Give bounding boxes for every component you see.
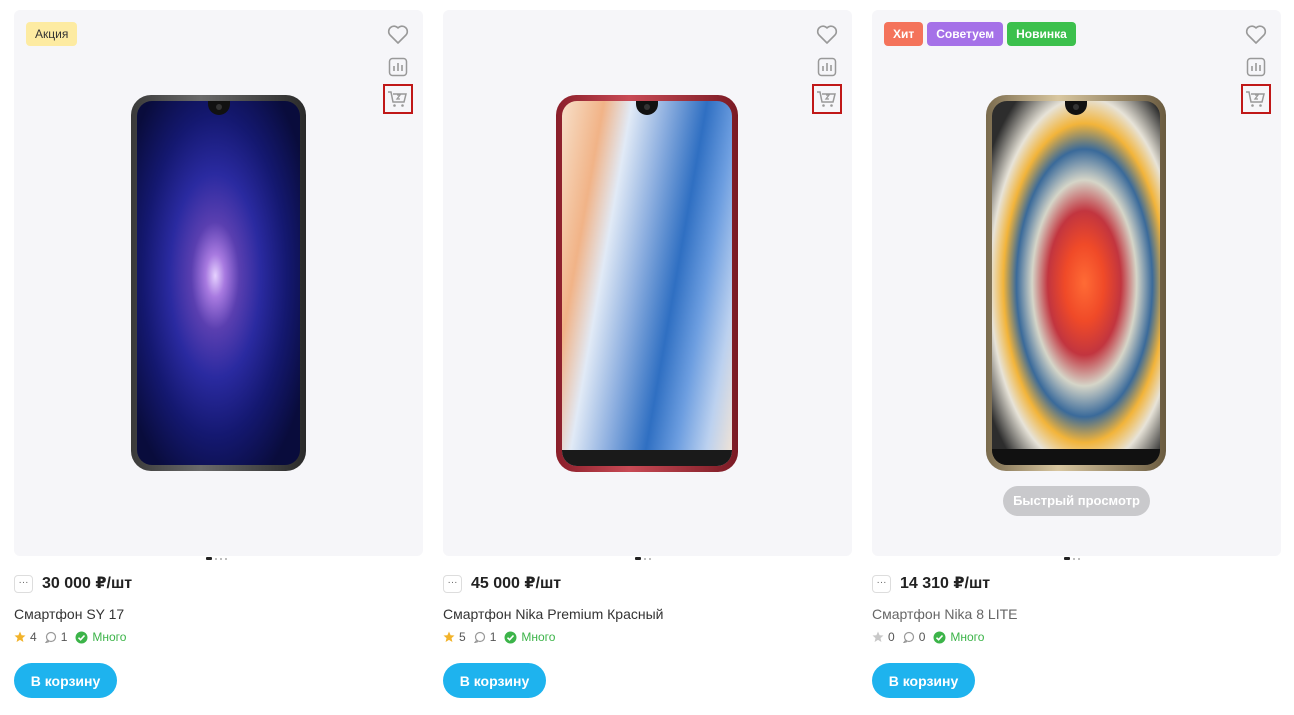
compare-icon <box>817 57 837 77</box>
add-to-cart-button[interactable]: В корзину <box>14 663 117 698</box>
cart-icon <box>817 91 836 107</box>
badge-recommend: Советуем <box>927 22 1004 46</box>
favorite-button[interactable] <box>383 20 413 50</box>
more-options-button[interactable]: ··· <box>443 575 462 593</box>
product-price: 45 000 ₽/шт <box>471 575 562 592</box>
rating: 5 <box>443 630 466 644</box>
compare-button[interactable] <box>383 52 413 82</box>
compare-icon <box>388 57 408 77</box>
action-icons <box>1241 20 1271 116</box>
comment-icon <box>473 631 485 643</box>
product-meta: 0 0 Много <box>872 630 992 644</box>
product-card[interactable]: Акция ··· 30 000 ₽/шт Смартфон SY 17 4 1… <box>14 10 423 715</box>
product-card[interactable]: Хит Советуем Новинка Быстрый просмотр ··… <box>852 0 1282 715</box>
favorite-button[interactable] <box>1241 20 1271 50</box>
quick-cart-button[interactable] <box>383 84 413 114</box>
product-image[interactable] <box>131 95 306 471</box>
product-card[interactable]: ··· 45 000 ₽/шт Смартфон Nika Premium Кр… <box>443 10 852 715</box>
product-name[interactable]: Смартфон SY 17 <box>14 606 124 622</box>
reviews-count: 1 <box>473 630 496 644</box>
product-image[interactable] <box>556 95 738 472</box>
rating: 4 <box>14 630 37 644</box>
product-meta: 5 1 Много <box>443 630 563 644</box>
rating: 0 <box>872 630 895 644</box>
product-price: 30 000 ₽/шт <box>42 575 133 592</box>
more-options-button[interactable]: ··· <box>872 575 891 593</box>
star-icon <box>872 631 884 642</box>
more-options-button[interactable]: ··· <box>14 575 33 593</box>
badge-sale: Акция <box>26 22 78 46</box>
add-to-cart-button[interactable]: В корзину <box>872 663 975 698</box>
star-icon <box>14 631 26 642</box>
stock-status: Много <box>504 630 555 644</box>
comment-icon <box>902 631 914 643</box>
product-price: 14 310 ₽/шт <box>900 575 991 592</box>
action-icons <box>812 20 842 116</box>
reviews-count: 0 <box>902 630 925 644</box>
badge-new: Новинка <box>1007 22 1076 46</box>
badges: Акция <box>26 22 78 46</box>
product-image-area[interactable]: Акция <box>14 10 423 556</box>
star-icon <box>443 631 455 642</box>
reviews-count: 1 <box>44 630 67 644</box>
compare-icon <box>1246 57 1266 77</box>
check-circle-icon <box>504 631 517 643</box>
stock-status: Много <box>75 630 126 644</box>
image-pager[interactable] <box>635 557 651 560</box>
badge-hit: Хит <box>884 22 924 46</box>
heart-icon <box>816 25 838 44</box>
image-pager[interactable] <box>1064 557 1080 560</box>
product-image-area[interactable] <box>443 10 852 556</box>
heart-icon <box>387 25 409 44</box>
quick-cart-button[interactable] <box>1241 84 1271 114</box>
product-name[interactable]: Смартфон Nika Premium Красный <box>443 606 663 622</box>
product-name[interactable]: Смартфон Nika 8 LITE <box>872 606 1017 622</box>
compare-button[interactable] <box>812 52 842 82</box>
product-image[interactable] <box>986 95 1166 471</box>
action-icons <box>383 20 413 116</box>
heart-icon <box>1245 25 1267 44</box>
image-pager[interactable] <box>206 557 227 560</box>
check-circle-icon <box>75 631 88 643</box>
quick-cart-button[interactable] <box>812 84 842 114</box>
comment-icon <box>44 631 56 643</box>
product-image-area[interactable]: Хит Советуем Новинка Быстрый просмотр <box>872 10 1281 556</box>
badges: Хит Советуем Новинка <box>884 22 1076 46</box>
product-meta: 4 1 Много <box>14 630 134 644</box>
favorite-button[interactable] <box>812 20 842 50</box>
compare-button[interactable] <box>1241 52 1271 82</box>
quick-view-button[interactable]: Быстрый просмотр <box>1003 486 1150 516</box>
add-to-cart-button[interactable]: В корзину <box>443 663 546 698</box>
stock-status: Много <box>933 630 984 644</box>
cart-icon <box>1246 91 1265 107</box>
check-circle-icon <box>933 631 946 643</box>
cart-icon <box>388 91 407 107</box>
